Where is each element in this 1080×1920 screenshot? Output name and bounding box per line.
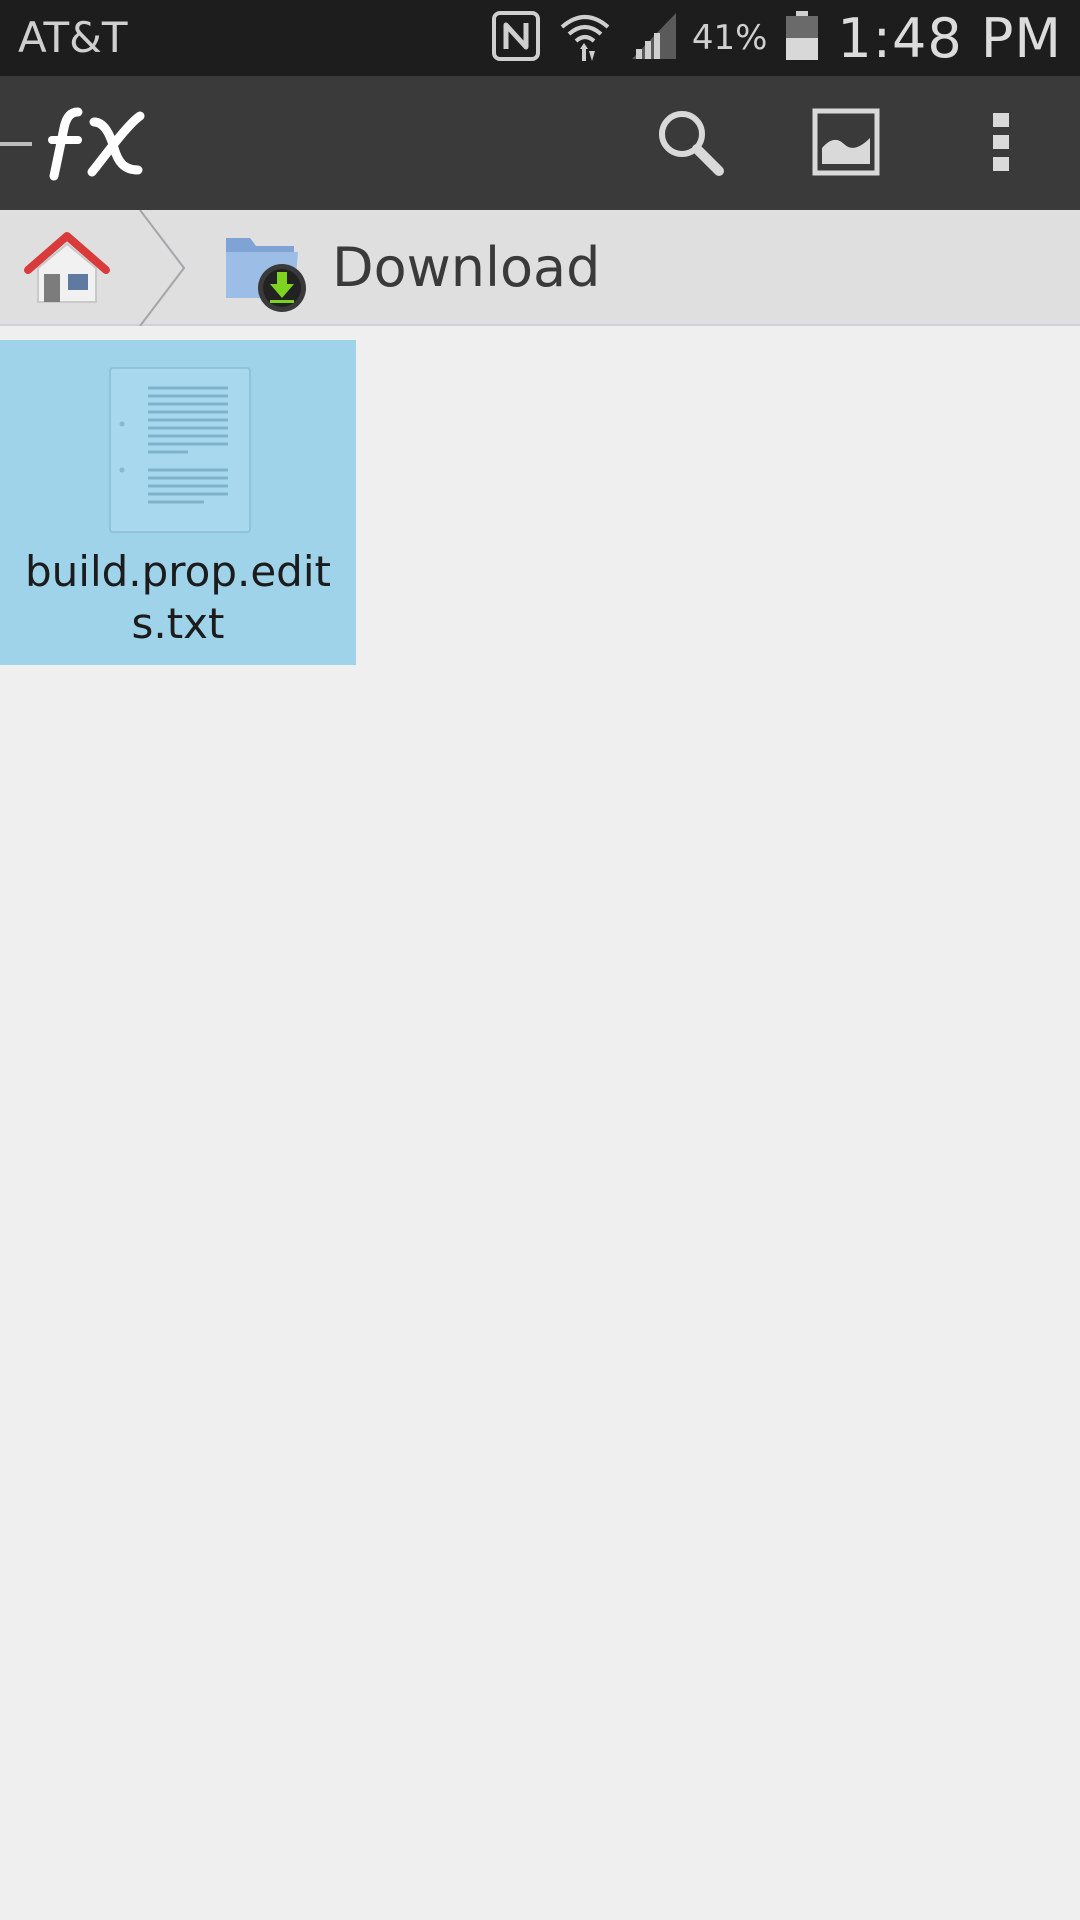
download-folder-icon [222,238,312,318]
file-name: build.prop.edits.txt [25,547,331,648]
breadcrumb-folder[interactable] [222,228,312,314]
action-bar [0,76,1080,210]
overflow-menu-icon [991,111,1011,177]
breadcrumb-separator [138,209,188,327]
breadcrumb-home[interactable] [22,230,112,308]
thumbnail-view-icon [812,108,880,180]
text-file-icon [108,366,252,534]
carrier-label: AT&T [18,13,128,62]
battery-icon [785,11,819,65]
home-icon [22,232,112,312]
search-icon [655,107,725,181]
nfc-icon [491,11,540,65]
breadcrumb: Download [0,209,1080,327]
status-icons: 41% 1:48 PM [474,0,1062,76]
fx-logo-icon[interactable] [48,104,148,184]
search-button[interactable] [642,96,738,192]
up-indicator[interactable] [0,142,32,146]
overflow-menu-button[interactable] [953,96,1049,192]
battery-percent: 41% [691,18,768,58]
status-bar: AT&T 41% 1:48 PM [0,0,1080,76]
thumbnail-view-button[interactable] [798,96,894,192]
signal-icon [630,11,678,65]
wifi-icon [558,9,612,67]
clock: 1:48 PM [837,6,1062,70]
file-item[interactable]: build.prop.edits.txt [0,340,356,665]
breadcrumb-current-folder[interactable]: Download [332,236,600,300]
